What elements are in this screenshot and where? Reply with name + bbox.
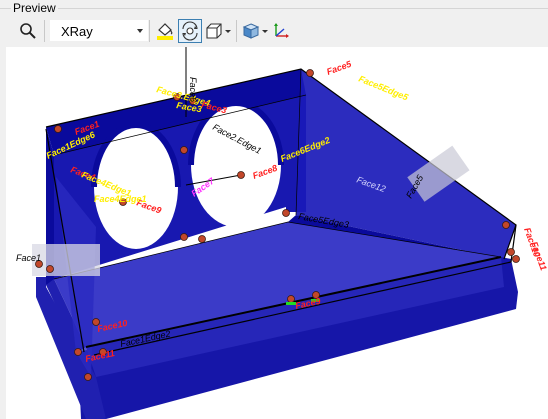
toolbar-separator <box>149 20 150 42</box>
label-face5: Face5 <box>325 58 353 76</box>
label-face5-edge: Face5Edge5 <box>357 74 410 103</box>
display-mode-value: XRay <box>61 24 93 39</box>
label-left-face: Face1 <box>16 253 41 263</box>
shading-cube-icon <box>242 23 260 39</box>
preview-toolbar: XRay <box>6 16 548 46</box>
label-face-y: Face4Edge1 <box>94 194 147 204</box>
rotate-view-button[interactable] <box>178 19 202 43</box>
magnifier-icon <box>20 23 36 39</box>
group-border <box>0 8 548 9</box>
paint-bucket-icon <box>157 23 173 40</box>
axis-toggle-button[interactable] <box>271 19 291 43</box>
zoom-button[interactable] <box>16 19 40 43</box>
selected-face-left[interactable] <box>32 244 100 276</box>
color-button[interactable] <box>153 19 177 43</box>
display-mode-select[interactable]: XRay <box>50 20 148 41</box>
chevron-down-icon <box>137 29 143 33</box>
part-model: Face5 Face5Edge5 Face3.Edge4 Face3 Face3… <box>16 47 548 419</box>
view-direction-button[interactable] <box>203 19 233 43</box>
chevron-down-icon <box>225 29 231 33</box>
label-axis: Face6 <box>188 77 198 102</box>
3d-preview-viewport[interactable]: Face5 Face5Edge5 Face3.Edge4 Face3 Face3… <box>6 47 548 419</box>
axis-triad-icon <box>274 23 289 38</box>
rotate-view-icon <box>182 21 198 41</box>
toolbar-separator <box>44 20 45 42</box>
box-view-icon <box>206 23 222 39</box>
shading-button[interactable] <box>240 19 270 43</box>
chevron-down-icon <box>262 29 268 33</box>
preview-group-label: Preview <box>11 1 58 15</box>
toolbar-separator <box>236 20 237 42</box>
